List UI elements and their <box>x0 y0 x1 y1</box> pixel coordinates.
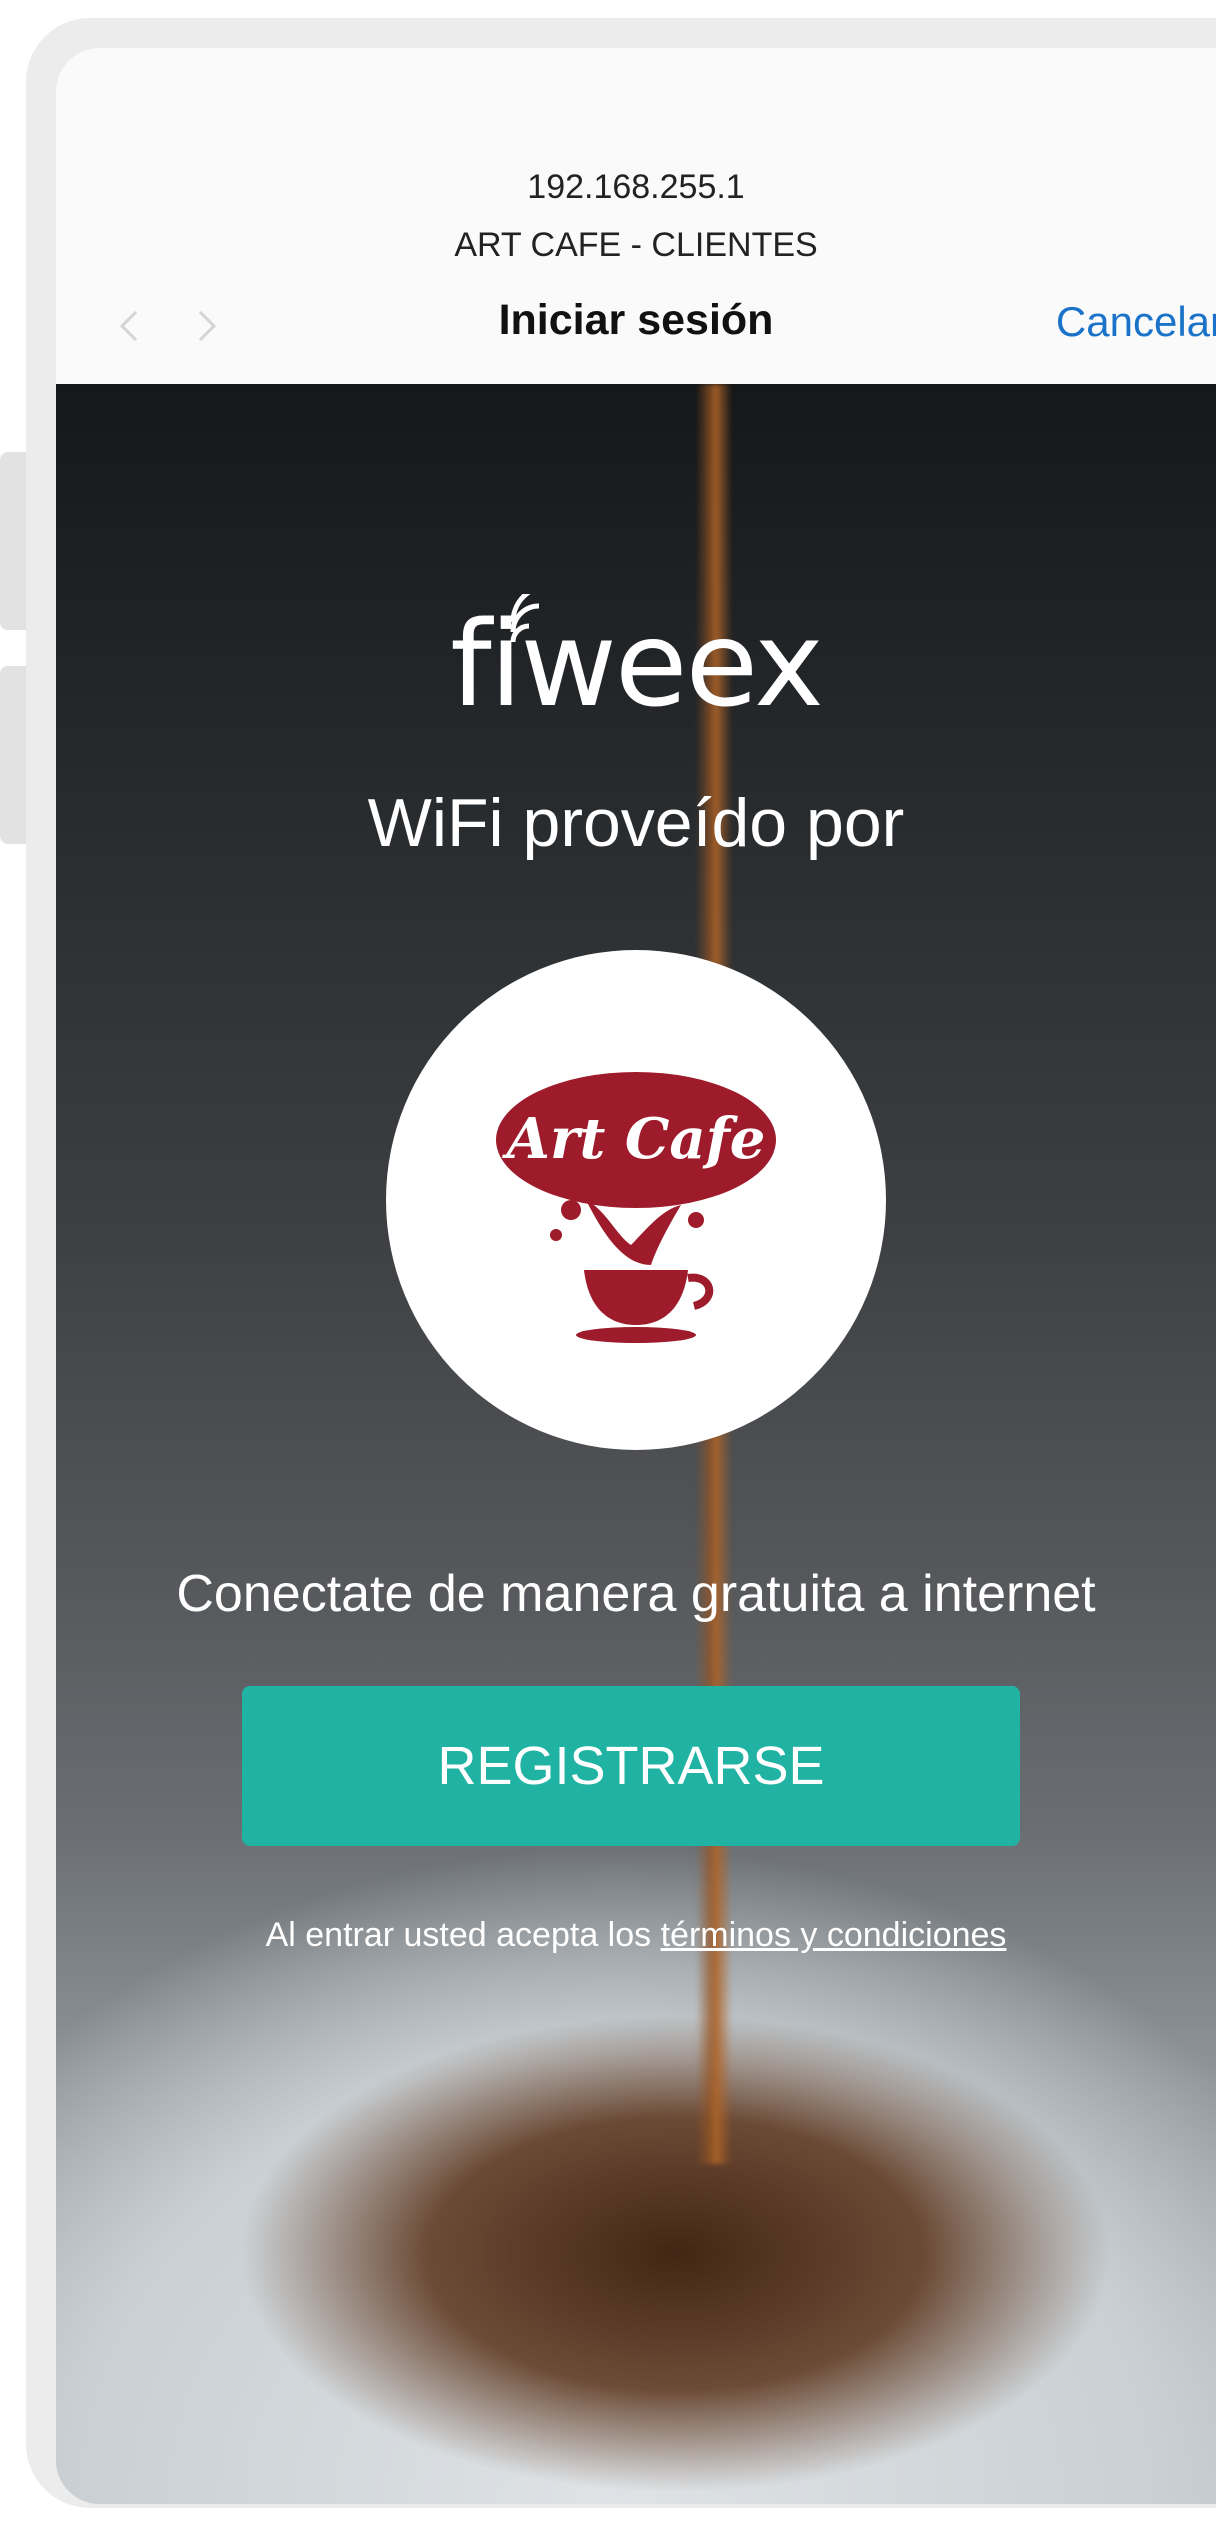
network-name: ART CAFE - CLIENTES <box>454 226 818 264</box>
provided-by-label: WiFi proveído por <box>367 785 905 861</box>
page-title: Iniciar sesión <box>498 296 774 344</box>
brand-logo-circle: Art Cafe <box>386 950 886 1450</box>
art-cafe-logo: Art Cafe <box>496 1072 776 1343</box>
wifi-signal-icon <box>510 594 540 643</box>
captive-portal-screen: 192.168.255.1 ART CAFE - CLIENTES Inicia… <box>56 48 1216 2504</box>
provider-logo: fiweex <box>56 594 1216 734</box>
portal-navigation-bar: 192.168.255.1 ART CAFE - CLIENTES Inicia… <box>56 48 1216 384</box>
portal-url: 192.168.255.1 <box>527 168 745 206</box>
terms-notice: Al entrar usted acepta los términos y co… <box>56 1916 1216 1955</box>
terms-prefix: Al entrar usted acepta los <box>265 1916 652 1954</box>
tagline: Conectate de manera gratuita a internet <box>176 1565 1096 1623</box>
volume-down-button <box>0 666 26 844</box>
svg-text:Art Cafe: Art Cafe <box>502 1106 766 1172</box>
volume-up-button <box>0 452 26 630</box>
terms-link[interactable]: términos y condiciones <box>661 1916 1007 1954</box>
cancel-button[interactable]: Cancelar <box>1056 298 1216 346</box>
register-button[interactable]: REGISTRARSE <box>242 1686 1020 1846</box>
portal-hero: fiweex WiFi proveído por Art Cafe Conect… <box>56 384 1216 2504</box>
